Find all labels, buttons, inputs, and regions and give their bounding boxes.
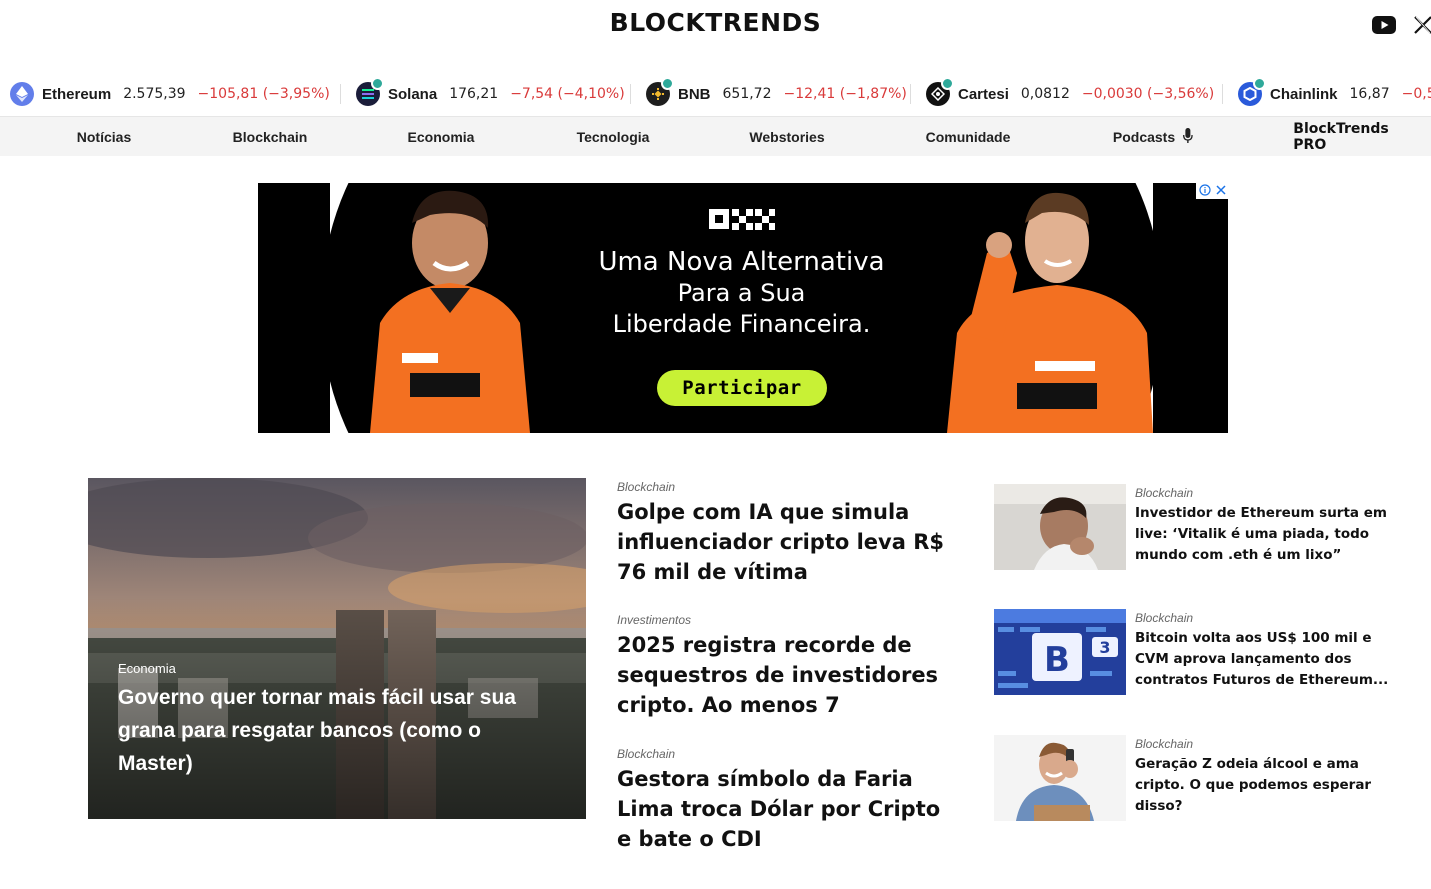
ticker-price: 651,72 bbox=[722, 86, 772, 102]
microphone-icon bbox=[1183, 127, 1193, 147]
ticker-item-ethereum[interactable]: Ethereum 2.575,39 −105,81 (−3,95%) bbox=[10, 74, 330, 114]
ticker-name: Cartesi bbox=[958, 85, 1009, 103]
article-title[interactable]: Investidor de Ethereum surta em live: ‘V… bbox=[1135, 503, 1397, 566]
ticker-item-cartesi[interactable]: Cartesi 0,0812 −0,0030 (−3,56%) bbox=[926, 74, 1214, 114]
ad-info-icon[interactable] bbox=[1198, 183, 1211, 199]
bnb-icon bbox=[646, 77, 674, 106]
ticker-change: −0,5 bbox=[1401, 86, 1431, 102]
article-category[interactable]: Blockchain bbox=[617, 747, 957, 761]
ticker-divider bbox=[1222, 84, 1223, 104]
article-category[interactable]: Blockchain bbox=[617, 480, 957, 494]
ticker-change: −12,41 (−1,87%) bbox=[783, 86, 907, 102]
driver-photo-left bbox=[330, 183, 536, 433]
ethereum-icon bbox=[10, 82, 34, 106]
ad-close-icon[interactable] bbox=[1215, 184, 1226, 198]
side-article[interactable]: B 3 Blockchain Bitcoin volta aos US$ 100… bbox=[994, 609, 1404, 695]
ticker-name: BNB bbox=[678, 85, 711, 103]
ad-headline-line: Liberdade Financeira. bbox=[612, 310, 871, 338]
article-thumbnail[interactable]: B 3 bbox=[994, 609, 1126, 695]
main-nav: Notícias Blockchain Economia Tecnologia … bbox=[0, 116, 1431, 156]
ad-choices[interactable] bbox=[1196, 183, 1228, 199]
youtube-icon[interactable] bbox=[1371, 14, 1397, 36]
side-article[interactable]: Blockchain Investidor de Ethereum surta … bbox=[994, 484, 1404, 570]
article-thumbnail[interactable] bbox=[994, 484, 1126, 570]
article-thumbnail[interactable] bbox=[994, 735, 1126, 821]
okx-ad-banner[interactable]: Uma Nova Alternativa Para a Sua Liberdad… bbox=[258, 183, 1228, 433]
nav-item-blockchain[interactable]: Blockchain bbox=[233, 117, 308, 157]
chainlink-icon bbox=[1238, 77, 1266, 106]
okx-logo-icon bbox=[536, 209, 947, 231]
ticker-name: Chainlink bbox=[1270, 85, 1338, 103]
nav-item-noticias[interactable]: Notícias bbox=[77, 117, 131, 157]
middle-article[interactable]: Blockchain Golpe com IA que simula influ… bbox=[617, 480, 957, 587]
nav-item-comunidade[interactable]: Comunidade bbox=[926, 117, 1011, 157]
ticker-divider bbox=[910, 84, 911, 104]
ad-content: Uma Nova Alternativa Para a Sua Liberdad… bbox=[536, 183, 947, 433]
ticker-price: 16,87 bbox=[1349, 86, 1390, 102]
article-category[interactable]: Investimentos bbox=[617, 613, 957, 627]
driver-photo-right bbox=[947, 183, 1153, 433]
article-title[interactable]: Golpe com IA que simula influenciador cr… bbox=[617, 497, 957, 587]
participar-button[interactable]: Participar bbox=[657, 370, 827, 406]
ticker-divider bbox=[340, 84, 341, 104]
ticker-price: 176,21 bbox=[449, 86, 499, 102]
network-badge-icon bbox=[941, 77, 954, 90]
svg-text:3: 3 bbox=[1099, 638, 1110, 657]
ad-headline-line: Para a Sua bbox=[677, 279, 806, 307]
nav-item-label: Podcasts bbox=[1112, 129, 1176, 145]
solana-icon bbox=[356, 77, 384, 106]
ticker-change: −105,81 (−3,95%) bbox=[197, 86, 330, 102]
article-category[interactable]: Blockchain bbox=[1135, 611, 1193, 625]
ticker-change: −0,0030 (−3,56%) bbox=[1081, 86, 1215, 102]
network-badge-icon bbox=[371, 77, 384, 90]
featured-category[interactable]: Economia bbox=[118, 661, 176, 676]
price-ticker: Ethereum 2.575,39 −105,81 (−3,95%) Solan… bbox=[0, 74, 1431, 114]
nav-item-tecnologia[interactable]: Tecnologia bbox=[577, 117, 650, 157]
svg-text:B: B bbox=[1044, 640, 1070, 680]
article-category[interactable]: Blockchain bbox=[1135, 486, 1193, 500]
site-header: BLOCKTRENDS bbox=[0, 0, 1431, 62]
ad-headline-line: Uma Nova Alternativa bbox=[598, 247, 885, 277]
ticker-price: 0,0812 bbox=[1020, 86, 1070, 102]
article-title[interactable]: 2025 registra recorde de sequestros de i… bbox=[617, 630, 957, 720]
ticker-item-bnb[interactable]: BNB 651,72 −12,41 (−1,87%) bbox=[646, 74, 907, 114]
ticker-divider bbox=[630, 84, 631, 104]
ticker-item-solana[interactable]: Solana 176,21 −7,54 (−4,10%) bbox=[356, 74, 625, 114]
cartesi-icon bbox=[926, 77, 954, 106]
ticker-price: 2.575,39 bbox=[123, 86, 186, 102]
ticker-item-chainlink[interactable]: Chainlink 16,87 −0,5 bbox=[1238, 74, 1431, 114]
article-title[interactable]: Geração Z odeia álcool e ama cripto. O q… bbox=[1135, 754, 1397, 817]
featured-article[interactable]: Economia Governo quer tornar mais fácil … bbox=[88, 478, 586, 819]
middle-article[interactable]: Investimentos 2025 registra recorde de s… bbox=[617, 613, 957, 720]
side-article[interactable]: Blockchain Geração Z odeia álcool e ama … bbox=[994, 735, 1404, 821]
nav-item-webstories[interactable]: Webstories bbox=[749, 117, 824, 157]
nav-item-blocktrends-pro[interactable]: BlockTrends PRO bbox=[1293, 117, 1388, 157]
featured-title[interactable]: Governo quer tornar mais fácil usar sua … bbox=[118, 681, 538, 780]
nav-item-podcasts[interactable]: Podcasts bbox=[1113, 117, 1193, 157]
ad-headline: Uma Nova Alternativa Para a Sua Liberdad… bbox=[536, 247, 947, 340]
middle-article[interactable]: Blockchain Gestora símbolo da Faria Lima… bbox=[617, 747, 957, 854]
network-badge-icon bbox=[661, 77, 674, 90]
ticker-name: Solana bbox=[388, 85, 438, 103]
network-badge-icon bbox=[1253, 77, 1266, 90]
site-logo[interactable]: BLOCKTRENDS bbox=[0, 8, 1431, 37]
ticker-name: Ethereum bbox=[42, 85, 112, 103]
ticker-change: −7,54 (−4,10%) bbox=[510, 86, 625, 102]
article-title[interactable]: Bitcoin volta aos US$ 100 mil e CVM apro… bbox=[1135, 628, 1397, 691]
x-icon[interactable] bbox=[1412, 14, 1431, 36]
article-title[interactable]: Gestora símbolo da Faria Lima troca Dóla… bbox=[617, 764, 957, 854]
nav-item-economia[interactable]: Economia bbox=[408, 117, 475, 157]
article-category[interactable]: Blockchain bbox=[1135, 737, 1193, 751]
